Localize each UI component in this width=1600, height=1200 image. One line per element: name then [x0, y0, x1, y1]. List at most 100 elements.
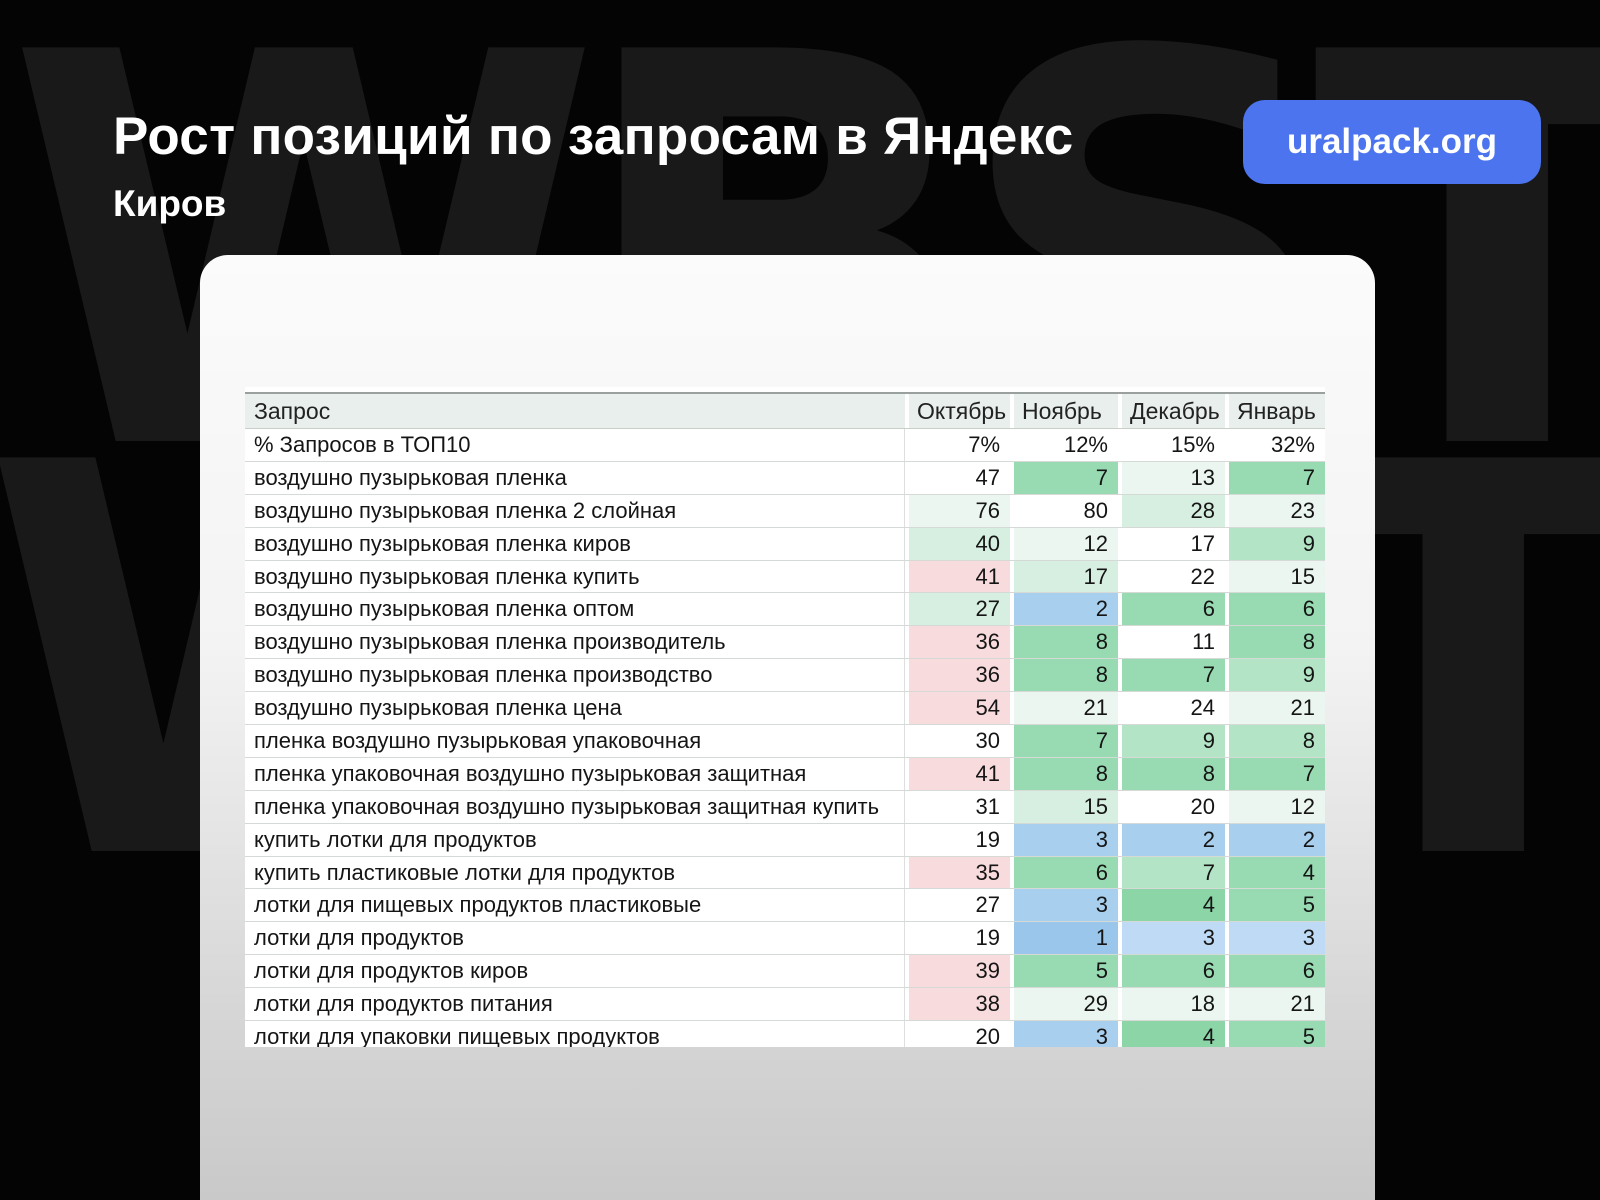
- value-cell-october: 47: [905, 462, 1010, 494]
- value-cell-december: 9: [1118, 725, 1225, 757]
- value-cell-november: 8: [1010, 626, 1118, 658]
- value-cell-october: 39: [905, 955, 1010, 987]
- table-row: воздушно пузырьковая пленка купить411722…: [245, 561, 1325, 594]
- column-header-2: Ноябрь: [1010, 394, 1118, 428]
- value-cell-october: 36: [905, 626, 1010, 658]
- query-cell: % Запросов в ТОП10: [245, 429, 905, 461]
- value-cell-december: 2: [1118, 824, 1225, 856]
- query-cell: лотки для упаковки пищевых продуктов: [245, 1021, 905, 1047]
- value-cell-december: 7: [1118, 857, 1225, 889]
- query-cell: пленка упаковочная воздушно пузырьковая …: [245, 758, 905, 790]
- value-cell-january: 9: [1225, 659, 1325, 691]
- value-cell-november: 2: [1010, 593, 1118, 625]
- value-cell-october: 76: [905, 495, 1010, 527]
- value-cell-december: 4: [1118, 889, 1225, 921]
- value-cell-october: 7%: [905, 429, 1010, 461]
- table-row: лотки для продуктов19133: [245, 922, 1325, 955]
- site-url-badge[interactable]: uralpack.org: [1243, 100, 1541, 184]
- value-cell-january: 21: [1225, 988, 1325, 1020]
- value-cell-november: 6: [1010, 857, 1118, 889]
- table-row: воздушно пузырьковая пленка цена54212421: [245, 692, 1325, 725]
- page-subtitle: Киров: [113, 183, 226, 225]
- value-cell-october: 30: [905, 725, 1010, 757]
- value-cell-november: 17: [1010, 561, 1118, 593]
- value-cell-december: 28: [1118, 495, 1225, 527]
- value-cell-january: 3: [1225, 922, 1325, 954]
- value-cell-november: 3: [1010, 824, 1118, 856]
- table-row: купить пластиковые лотки для продуктов35…: [245, 857, 1325, 890]
- table-row: лотки для продуктов питания38291821: [245, 988, 1325, 1021]
- query-cell: воздушно пузырьковая пленка киров: [245, 528, 905, 560]
- column-header-0: Запрос: [245, 394, 905, 428]
- value-cell-november: 8: [1010, 659, 1118, 691]
- value-cell-october: 20: [905, 1021, 1010, 1047]
- value-cell-november: 1: [1010, 922, 1118, 954]
- table-row: воздушно пузырьковая пленка производство…: [245, 659, 1325, 692]
- table-row: воздушно пузырьковая пленка производител…: [245, 626, 1325, 659]
- positions-table: ЗапросОктябрьНоябрьДекабрьЯнварь % Запро…: [245, 387, 1325, 1047]
- value-cell-november: 21: [1010, 692, 1118, 724]
- value-cell-january: 21: [1225, 692, 1325, 724]
- value-cell-january: 5: [1225, 889, 1325, 921]
- value-cell-december: 13: [1118, 462, 1225, 494]
- value-cell-january: 12: [1225, 791, 1325, 823]
- value-cell-january: 6: [1225, 955, 1325, 987]
- query-cell: воздушно пузырьковая пленка оптом: [245, 593, 905, 625]
- query-cell: воздушно пузырьковая пленка 2 слойная: [245, 495, 905, 527]
- value-cell-october: 35: [905, 857, 1010, 889]
- value-cell-november: 3: [1010, 889, 1118, 921]
- value-cell-october: 38: [905, 988, 1010, 1020]
- table-row: лотки для упаковки пищевых продуктов2034…: [245, 1021, 1325, 1047]
- value-cell-october: 19: [905, 922, 1010, 954]
- query-cell: лотки для пищевых продуктов пластиковые: [245, 889, 905, 921]
- page-title: Рост позиций по запросам в Яндекс: [113, 106, 1074, 167]
- value-cell-december: 4: [1118, 1021, 1225, 1047]
- value-cell-october: 40: [905, 528, 1010, 560]
- table-row: воздушно пузырьковая пленка киров4012179: [245, 528, 1325, 561]
- value-cell-november: 3: [1010, 1021, 1118, 1047]
- value-cell-december: 3: [1118, 922, 1225, 954]
- value-cell-october: 31: [905, 791, 1010, 823]
- table-row: воздушно пузырьковая пленка477137: [245, 462, 1325, 495]
- query-cell: лотки для продуктов киров: [245, 955, 905, 987]
- screenshot-card: ЗапросОктябрьНоябрьДекабрьЯнварь % Запро…: [200, 255, 1375, 1200]
- value-cell-december: 7: [1118, 659, 1225, 691]
- query-cell: пленка упаковочная воздушно пузырьковая …: [245, 791, 905, 823]
- value-cell-december: 17: [1118, 528, 1225, 560]
- value-cell-january: 23: [1225, 495, 1325, 527]
- value-cell-november: 7: [1010, 725, 1118, 757]
- value-cell-november: 15: [1010, 791, 1118, 823]
- value-cell-december: 15%: [1118, 429, 1225, 461]
- value-cell-october: 27: [905, 889, 1010, 921]
- column-header-1: Октябрь: [905, 394, 1010, 428]
- value-cell-november: 8: [1010, 758, 1118, 790]
- column-header-4: Январь: [1225, 394, 1325, 428]
- value-cell-november: 5: [1010, 955, 1118, 987]
- table-row: % Запросов в ТОП107%12%15%32%: [245, 429, 1325, 462]
- table-row: лотки для пищевых продуктов пластиковые2…: [245, 889, 1325, 922]
- table-row: воздушно пузырьковая пленка оптом27266: [245, 593, 1325, 626]
- value-cell-december: 24: [1118, 692, 1225, 724]
- value-cell-november: 12%: [1010, 429, 1118, 461]
- query-cell: купить пластиковые лотки для продуктов: [245, 857, 905, 889]
- value-cell-january: 5: [1225, 1021, 1325, 1047]
- value-cell-october: 19: [905, 824, 1010, 856]
- value-cell-january: 4: [1225, 857, 1325, 889]
- query-cell: пленка воздушно пузырьковая упаковочная: [245, 725, 905, 757]
- value-cell-january: 7: [1225, 758, 1325, 790]
- value-cell-december: 8: [1118, 758, 1225, 790]
- value-cell-january: 8: [1225, 626, 1325, 658]
- table-row: лотки для продуктов киров39566: [245, 955, 1325, 988]
- value-cell-january: 7: [1225, 462, 1325, 494]
- value-cell-october: 54: [905, 692, 1010, 724]
- query-cell: воздушно пузырьковая пленка купить: [245, 561, 905, 593]
- value-cell-november: 80: [1010, 495, 1118, 527]
- table-row: воздушно пузырьковая пленка 2 слойная768…: [245, 495, 1325, 528]
- value-cell-october: 41: [905, 758, 1010, 790]
- query-cell: воздушно пузырьковая пленка цена: [245, 692, 905, 724]
- table-row: пленка воздушно пузырьковая упаковочная3…: [245, 725, 1325, 758]
- value-cell-december: 6: [1118, 955, 1225, 987]
- value-cell-december: 18: [1118, 988, 1225, 1020]
- query-cell: лотки для продуктов: [245, 922, 905, 954]
- table-row: купить лотки для продуктов19322: [245, 824, 1325, 857]
